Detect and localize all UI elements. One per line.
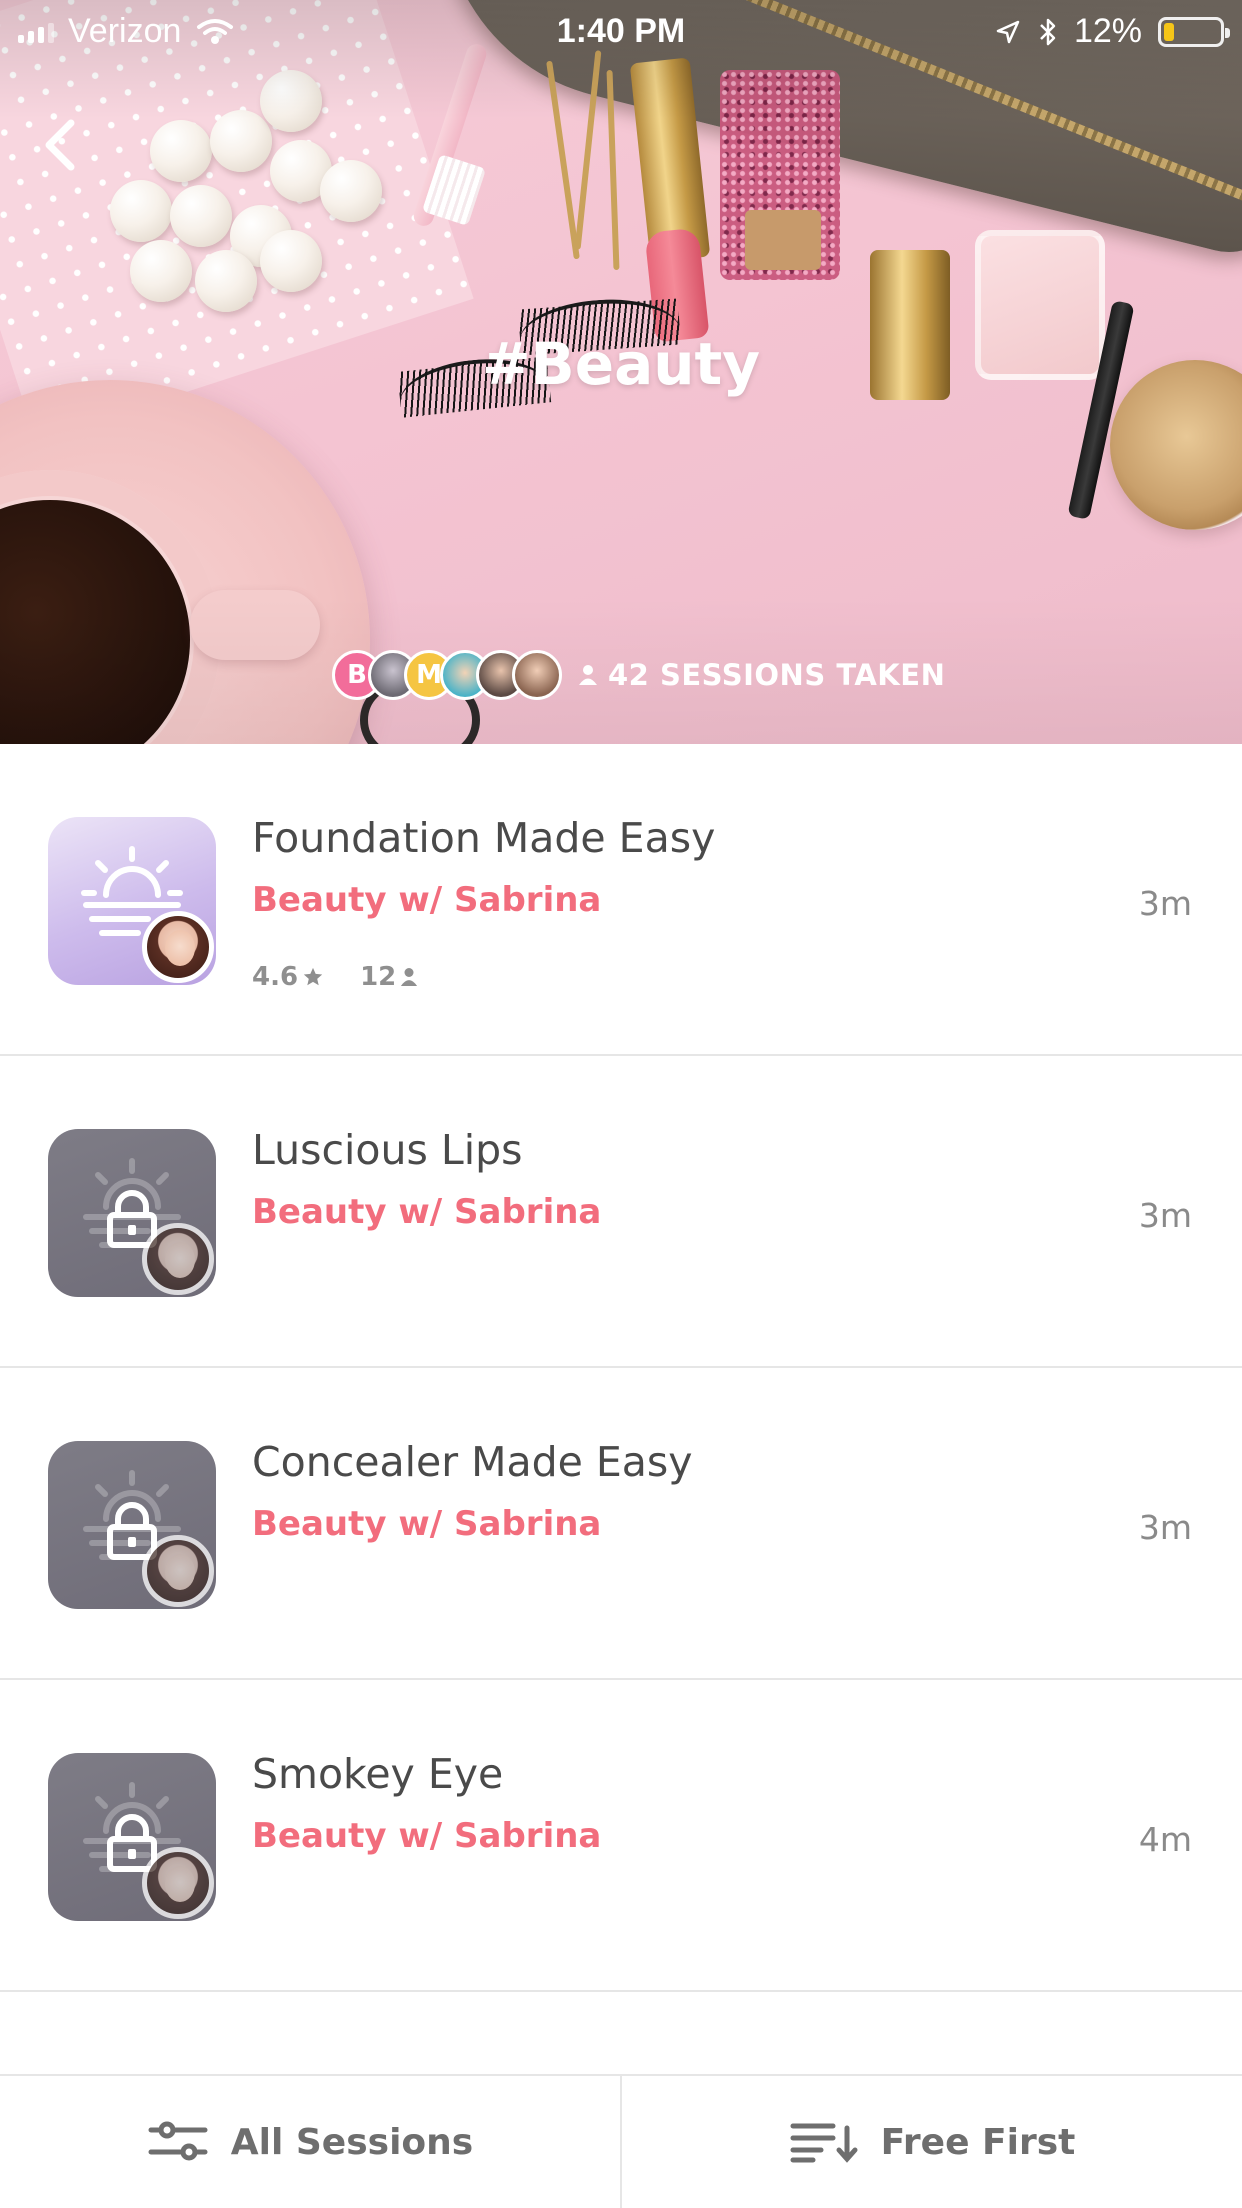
session-row[interactable]: Smokey Eye Beauty w/ Sabrina 4m: [0, 1680, 1242, 1992]
location-arrow-icon: [996, 20, 1020, 43]
session-row[interactable]: Luscious Lips Beauty w/ Sabrina 3m: [0, 1056, 1242, 1368]
session-duration: 3m: [1138, 884, 1192, 923]
session-thumbnail: [48, 1441, 216, 1609]
session-count: 12: [360, 962, 418, 992]
rating-value: 4.6: [252, 962, 299, 992]
instructor-avatar: [142, 1223, 214, 1295]
filter-sliders-icon: [148, 2121, 208, 2161]
session-title: Luscious Lips: [252, 1126, 523, 1174]
instructor-avatar: [142, 1847, 214, 1919]
session-list: Foundation Made Easy Beauty w/ Sabrina 3…: [0, 744, 1242, 1992]
battery-percent: 12%: [1073, 12, 1142, 50]
hero-banner: Verizon 1:40 PM 12% #Beauty B M 42 SESSI…: [0, 0, 1242, 744]
session-duration: 4m: [1138, 1820, 1192, 1859]
person-icon: [579, 665, 597, 685]
status-right: 12%: [994, 12, 1230, 51]
bottom-bar: All Sessions Free First: [0, 2074, 1242, 2208]
free-first-label: Free First: [880, 2121, 1076, 2163]
sessions-taken-row: B M 42 SESSIONS TAKEN: [332, 648, 945, 702]
chevron-left-icon: [45, 119, 75, 171]
session-instructor: Beauty w/ Sabrina: [252, 1192, 602, 1232]
session-row[interactable]: Concealer Made Easy Beauty w/ Sabrina 3m: [0, 1368, 1242, 1680]
session-instructor: Beauty w/ Sabrina: [252, 1816, 602, 1856]
back-button[interactable]: [30, 110, 90, 180]
sort-descending-icon: [790, 2123, 858, 2163]
battery-icon: [1158, 16, 1230, 47]
page-title: #Beauty: [481, 330, 761, 398]
all-sessions-label: All Sessions: [230, 2121, 474, 2163]
sessions-taken-text: 42 SESSIONS TAKEN: [608, 658, 946, 692]
person-icon: [401, 968, 418, 986]
session-row[interactable]: Foundation Made Easy Beauty w/ Sabrina 3…: [0, 744, 1242, 1056]
session-thumbnail: [48, 817, 216, 985]
session-duration: 3m: [1138, 1196, 1192, 1235]
bluetooth-icon: [1040, 18, 1056, 45]
session-thumbnail: [48, 1129, 216, 1297]
avatar: [512, 650, 562, 700]
count-value: 12: [360, 962, 397, 992]
all-sessions-button[interactable]: All Sessions: [0, 2076, 620, 2208]
star-icon: [303, 967, 323, 986]
free-first-button[interactable]: Free First: [622, 2076, 1242, 2208]
session-duration: 3m: [1138, 1508, 1192, 1547]
session-title: Concealer Made Easy: [252, 1438, 693, 1486]
session-thumbnail: [48, 1753, 216, 1921]
battery-fill: [1164, 22, 1174, 41]
instructor-avatar: [142, 1535, 214, 1607]
session-instructor: Beauty w/ Sabrina: [252, 1504, 602, 1544]
participant-avatars: B M: [332, 650, 562, 700]
session-meta: 4.6 12: [252, 962, 418, 992]
sessions-taken-label: 42 SESSIONS TAKEN: [578, 658, 945, 692]
status-bar: Verizon 1:40 PM 12%: [0, 0, 1242, 60]
session-rating: 4.6: [252, 962, 324, 992]
session-instructor: Beauty w/ Sabrina: [252, 880, 602, 920]
session-title: Foundation Made Easy: [252, 814, 716, 862]
instructor-avatar: [142, 911, 214, 983]
session-title: Smokey Eye: [252, 1750, 504, 1798]
